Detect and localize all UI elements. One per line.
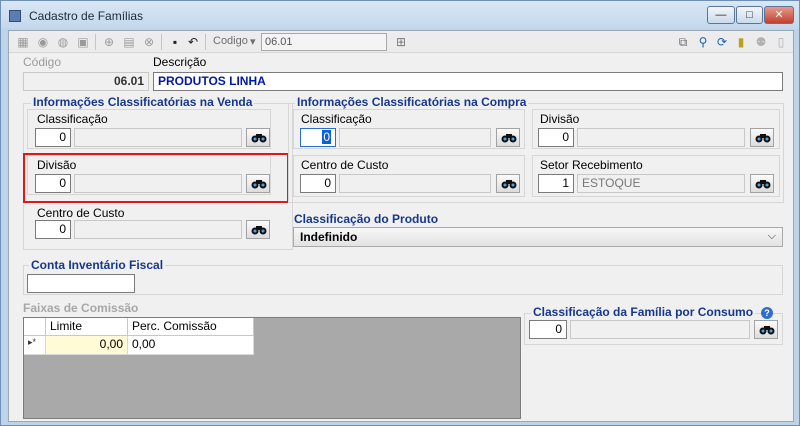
codigo-field: 06.01 <box>23 72 149 91</box>
note-icon[interactable]: ▮ <box>733 34 749 50</box>
compra-divisao-lookup-button[interactable] <box>750 128 774 147</box>
consumo-lookup-button[interactable] <box>754 320 778 339</box>
compra-centro-custo-label: Centro de Custo <box>301 158 389 172</box>
venda-classificacao-input[interactable]: 0 <box>35 128 71 147</box>
compra-classificacao-label: Classificação <box>301 112 372 126</box>
compra-centro-custo-desc <box>339 174 491 193</box>
venda-centro-custo-desc <box>74 220 242 239</box>
toolbar-separator <box>161 34 162 50</box>
compra-classificacao-lookup-button[interactable] <box>496 128 520 147</box>
binoculars-icon <box>251 180 267 189</box>
undo-icon[interactable]: ↶ <box>185 34 201 50</box>
clone-icon[interactable]: ▤ <box>121 34 137 50</box>
venda-divisao-desc <box>74 174 242 193</box>
close-button[interactable]: ✕ <box>764 6 794 24</box>
setor-recebimento-label: Setor Recebimento <box>540 158 643 172</box>
delete-icon[interactable]: ▣ <box>75 34 91 50</box>
compra-group-title: Informações Classificatórias na Compra <box>295 95 529 109</box>
setor-recebimento-input[interactable]: 1 <box>538 174 574 193</box>
venda-classificacao-label: Classificação <box>37 112 108 126</box>
toolbar-codigo-input[interactable] <box>261 33 387 51</box>
print-icon[interactable]: ◍ <box>55 34 71 50</box>
codigo-label: Código <box>23 55 62 69</box>
chevron-down-icon: ⌵ <box>767 230 776 242</box>
user-icon[interactable]: ⚉ <box>753 34 769 50</box>
main-window: Cadastro de Famílias — □ ✕ ▦ ◉ ◍ ▣ ⊕ ▤ ⊗… <box>0 0 800 426</box>
grid-cell-limite[interactable]: 0,00 <box>46 336 128 355</box>
binoculars-icon <box>251 226 267 235</box>
form-client-area: ▦ ◉ ◍ ▣ ⊕ ▤ ⊗ ▪ ↶ Codigo ▾ ⊞ ⧉ ⚲ ⟳ ▮ ⚉ ▯… <box>8 30 794 422</box>
grid-header-perc: Perc. Comissão <box>128 318 254 336</box>
app-icon <box>9 10 21 22</box>
venda-group-title: Informações Classificatórias na Venda <box>31 95 255 109</box>
toolbar: ▦ ◉ ◍ ▣ ⊕ ▤ ⊗ ▪ ↶ Codigo ▾ ⊞ ⧉ ⚲ ⟳ ▮ ⚉ ▯ <box>9 31 793 53</box>
key-icon[interactable]: ⚲ <box>695 34 711 50</box>
toolbar-codigo-label: Codigo <box>213 35 248 47</box>
title-bar: Cadastro de Famílias — □ ✕ <box>1 1 799 29</box>
compra-classificacao-input[interactable]: 0 <box>300 128 336 147</box>
attach-icon[interactable]: ⧉ <box>675 34 691 50</box>
binoculars-icon <box>759 326 775 335</box>
cancel-icon[interactable]: ⊗ <box>141 34 157 50</box>
setor-recebimento-lookup-button[interactable] <box>750 174 774 193</box>
search-icon[interactable]: ⊞ <box>393 34 409 50</box>
toolbar-codigo-dropdown[interactable]: ▾ <box>250 35 256 48</box>
venda-centro-custo-lookup-button[interactable] <box>246 220 270 239</box>
compra-classificacao-desc <box>339 128 491 147</box>
add-icon[interactable]: ⊕ <box>101 34 117 50</box>
faixas-group-title: Faixas de Comissão <box>23 301 139 315</box>
refresh-icon[interactable]: ⟳ <box>714 34 730 50</box>
maximize-button[interactable]: □ <box>736 6 763 24</box>
help-icon[interactable]: ? <box>761 307 773 319</box>
save-icon[interactable]: ▪ <box>167 34 183 50</box>
compra-centro-custo-input[interactable]: 0 <box>300 174 336 193</box>
setor-recebimento-desc: ESTOQUE <box>577 174 745 193</box>
edit-icon[interactable]: ◉ <box>35 34 51 50</box>
conta-inventario-input[interactable] <box>27 274 135 293</box>
grid-cell-perc[interactable]: 0,00 <box>128 336 254 355</box>
venda-divisao-input[interactable]: 0 <box>35 174 71 193</box>
descricao-label: Descrição <box>153 55 207 69</box>
produto-classificacao-select[interactable]: Indefinido ⌵ <box>293 227 783 247</box>
new-icon[interactable]: ▦ <box>15 34 31 50</box>
venda-divisao-label: Divisão <box>37 158 77 172</box>
exit-icon[interactable]: ▯ <box>773 34 789 50</box>
consumo-desc <box>570 320 750 339</box>
toolbar-separator <box>95 34 96 50</box>
conta-group-title: Conta Inventário Fiscal <box>29 258 166 272</box>
toolbar-separator <box>205 34 206 50</box>
venda-classificacao-lookup-button[interactable] <box>246 128 270 147</box>
grid-header-limite: Limite <box>46 318 128 336</box>
binoculars-icon <box>501 180 517 189</box>
window-title: Cadastro de Famílias <box>29 9 144 23</box>
grid-corner <box>24 318 46 336</box>
compra-divisao-desc <box>577 128 745 147</box>
consumo-group-title: Classificação da Família por Consumo <box>531 305 756 319</box>
binoculars-icon <box>501 134 517 143</box>
compra-divisao-label: Divisão <box>540 112 580 126</box>
binoculars-icon <box>251 134 267 143</box>
venda-centro-custo-label: Centro de Custo <box>37 206 125 220</box>
produto-classificacao-value: Indefinido <box>300 230 358 244</box>
descricao-input[interactable]: PRODUTOS LINHA <box>153 72 783 91</box>
consumo-input[interactable]: 0 <box>529 320 567 339</box>
grid-row-indicator: ▸* <box>24 336 46 355</box>
binoculars-icon <box>755 180 771 189</box>
compra-centro-custo-lookup-button[interactable] <box>496 174 520 193</box>
minimize-button[interactable]: — <box>707 6 735 24</box>
venda-classificacao-desc <box>74 128 242 147</box>
venda-divisao-lookup-button[interactable] <box>246 174 270 193</box>
faixas-grid: Limite Perc. Comissão ▸* 0,00 0,00 <box>23 317 521 419</box>
produto-group-title: Classificação do Produto <box>294 212 439 226</box>
compra-divisao-input[interactable]: 0 <box>538 128 574 147</box>
venda-centro-custo-input[interactable]: 0 <box>35 220 71 239</box>
binoculars-icon <box>755 134 771 143</box>
